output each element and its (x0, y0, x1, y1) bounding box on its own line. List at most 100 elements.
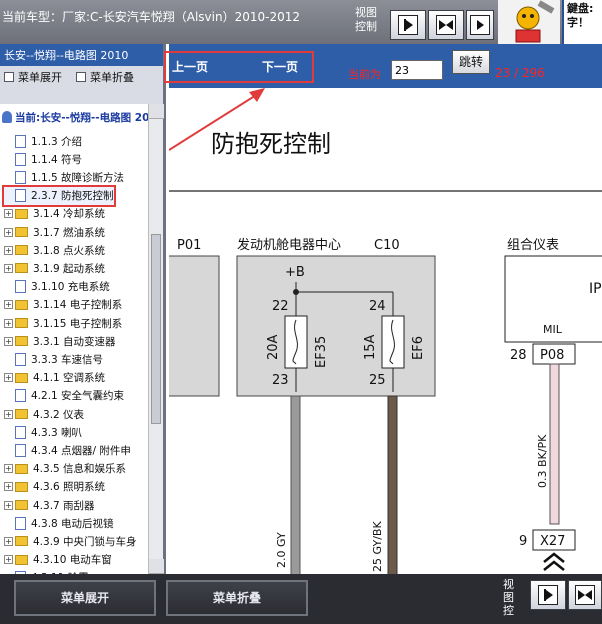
page-count: 23 / 296 (495, 66, 545, 80)
bottom-view-control-label: 视图控 (503, 578, 514, 617)
tree-item[interactable]: 2.3.7 防抱死控制 (2, 184, 116, 207)
tree-item-label: 1.1.5 故障诊断方法 (31, 171, 125, 184)
tree-item[interactable]: +4.3.9 中央门锁与车身 (4, 532, 137, 550)
arrow-right-icon (538, 585, 558, 605)
expand-icon (4, 72, 14, 82)
folder-icon (15, 481, 28, 492)
tree-item[interactable]: +3.1.15 电子控制系 (4, 314, 122, 332)
page-icon (15, 352, 26, 366)
tree-item-label: 4.3.3 喇叭 (31, 426, 83, 439)
vehicle-info: 当前车型：厂家:C-长安汽车悦翔（Alsvin）2010-2012 (2, 10, 300, 24)
mascot-icon (498, 0, 560, 44)
expand-toggle-icon[interactable]: + (4, 336, 13, 346)
left-panel: 长安--悦翔--电路图 2010 菜单展开 菜单折叠 当前:长安--悦翔--电路… (0, 44, 166, 574)
bottom-expand-button[interactable]: 菜单展开 (14, 580, 156, 616)
tree-scrollbar[interactable] (148, 104, 164, 574)
tree-item[interactable]: 4.3.8 电动后视镜 (4, 514, 114, 532)
tree-item-label: 1.1.4 符号 (31, 153, 83, 166)
folder-icon (15, 409, 28, 419)
page-icon (15, 443, 26, 457)
go-button[interactable]: 跳转 (452, 50, 490, 74)
page-icon (15, 516, 26, 530)
tree-item[interactable]: 1.1.5 故障诊断方法 (4, 168, 124, 186)
folder-icon (15, 318, 28, 328)
folder-icon (15, 463, 28, 474)
arrow-icon (470, 15, 490, 35)
tree-item[interactable]: 1.1.4 符号 (4, 150, 82, 168)
scroll-down-icon[interactable] (149, 559, 164, 574)
tree-toolbar: 菜单展开 菜单折叠 (0, 66, 163, 88)
view-control-label: 视图控制 (355, 6, 377, 33)
expand-toggle-icon[interactable]: + (4, 318, 13, 328)
tree-item[interactable]: +4.3.5 信息和娱乐系 (4, 460, 126, 478)
folder-icon (15, 245, 28, 256)
tree-item[interactable]: 3.1.10 充电系统 (4, 278, 110, 296)
tree-collapse-label: 菜单折叠 (90, 71, 134, 84)
view-fit-button[interactable] (428, 10, 464, 40)
prev-page-button[interactable]: 上一页 (172, 58, 208, 75)
expand-toggle-icon[interactable]: + (4, 464, 13, 474)
tree-item-label: 4.3.6 照明系统 (33, 481, 106, 494)
expand-toggle-icon[interactable]: + (4, 373, 13, 383)
tree-item-label: 4.3.5 信息和娱乐系 (33, 463, 127, 476)
tree-item[interactable]: +4.1.1 空调系统 (4, 369, 105, 387)
tree-item-label: 3.1.14 电子控制系 (33, 299, 123, 312)
expand-toggle-icon[interactable]: + (4, 227, 13, 237)
tree-expand-button[interactable]: 菜单展开 (4, 69, 62, 85)
expand-toggle-icon[interactable]: + (4, 263, 13, 273)
arrow-right-icon (398, 15, 418, 35)
tree-item-label: 1.1.3 介绍 (31, 135, 83, 148)
tree-root[interactable]: 当前:长安--悦翔--电路图 20 (2, 110, 148, 125)
tree-item[interactable]: 4.2.1 安全气囊约束 (4, 387, 124, 405)
bottom-view-fit-button[interactable] (568, 580, 602, 610)
tree-item[interactable]: +3.1.7 燃油系统 (4, 223, 105, 241)
scroll-up-icon[interactable] (149, 104, 164, 119)
bottom-collapse-button[interactable]: 菜单折叠 (166, 580, 308, 616)
tree-item[interactable]: +4.3.7 雨刮器 (4, 496, 95, 514)
tree-item[interactable]: 4.3.4 点烟器/ 附件申 (4, 441, 131, 459)
tree-item-label: 3.1.4 冷却系统 (33, 208, 106, 221)
tree-item[interactable]: +3.1.4 冷却系统 (4, 205, 105, 223)
page-icon (15, 170, 26, 184)
next-page-button[interactable]: 下一页 (262, 58, 298, 75)
page-number-input[interactable] (391, 60, 443, 80)
tree-item-label: 3.1.15 电子控制系 (33, 317, 123, 330)
tree-item-label: 3.1.8 点火系统 (33, 244, 106, 257)
folder-icon (15, 536, 28, 547)
collapse-icon (76, 72, 86, 82)
tree-collapse-button[interactable]: 菜单折叠 (76, 69, 134, 85)
tree-item[interactable]: +3.3.1 自动变速器 (4, 332, 116, 350)
tree-title: 长安--悦翔--电路图 2010 (0, 44, 163, 66)
user-icon (2, 111, 12, 123)
tree-item[interactable]: +3.1.8 点火系统 (4, 241, 105, 259)
scroll-thumb[interactable] (151, 234, 161, 424)
tree-item[interactable]: +3.1.14 电子控制系 (4, 296, 122, 314)
folder-icon (15, 227, 28, 237)
expand-toggle-icon[interactable]: + (4, 536, 13, 546)
page-icon (15, 152, 26, 166)
expand-toggle-icon[interactable]: + (4, 209, 13, 219)
folder-icon (15, 372, 28, 383)
expand-toggle-icon[interactable]: + (4, 555, 13, 565)
tree-item[interactable]: 3.3.3 车速信号 (4, 350, 103, 368)
wiring-diagram: 防抱死控制 P01 发动机舱电器中心 C10 +B 22 24 20A EF35… (169, 88, 602, 574)
expand-toggle-icon[interactable]: + (4, 482, 13, 492)
view-next-button[interactable] (390, 10, 426, 40)
folder-icon (15, 299, 28, 310)
expand-toggle-icon[interactable]: + (4, 300, 13, 310)
view-extra-button[interactable] (466, 10, 494, 40)
tree-item[interactable]: 1.1.3 介绍 (4, 132, 82, 150)
expand-toggle-icon[interactable]: + (4, 245, 13, 255)
expand-toggle-icon[interactable]: + (4, 500, 13, 510)
tree-item[interactable]: 4.3.3 喇叭 (4, 423, 82, 441)
tree-item-label: 3.1.9 起动系统 (33, 262, 106, 275)
bottom-view-next-button[interactable] (530, 580, 566, 610)
tree-item-label: 4.1.1 空调系统 (33, 372, 106, 385)
tree-item[interactable]: +4.3.10 电动车窗 (4, 551, 112, 569)
expand-toggle-icon[interactable]: + (4, 409, 13, 419)
tree-item[interactable]: +3.1.9 起动系统 (4, 259, 105, 277)
tree-item[interactable]: +4.3.2 仪表 (4, 405, 84, 423)
tree-view: 当前:长安--悦翔--电路图 20 1.1.3 介绍 1.1.4 符号 1.1.5 … (0, 104, 148, 574)
hint-box: 鍵盘:字！ (562, 0, 602, 44)
tree-item[interactable]: +4.3.6 照明系统 (4, 478, 105, 496)
